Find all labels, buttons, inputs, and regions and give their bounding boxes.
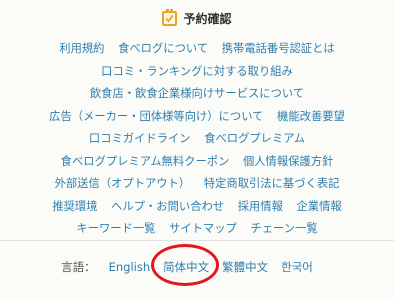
advertising-link[interactable]: 広告（メーカー・団体様等向け）について xyxy=(49,110,263,123)
language-simplified-chinese-link[interactable]: 简体中文 xyxy=(163,259,209,275)
review-ranking-policy-link[interactable]: 口コミ・ランキングに対する取り組み xyxy=(101,65,293,78)
help-contact-link[interactable]: ヘルプ・お問い合わせ xyxy=(111,200,224,213)
commercial-law-link[interactable]: 特定商取引法に基づく表記 xyxy=(204,177,340,190)
footer-divider xyxy=(0,240,394,241)
language-traditional-chinese-link[interactable]: 繁體中文 xyxy=(222,259,268,275)
language-label: 言語： xyxy=(61,260,96,274)
premium-link[interactable]: 食べログプレミアム xyxy=(204,132,305,145)
footer-links: 利用規約 食べログについて 携帯電話番号認証とは 口コミ・ランキングに対する取り… xyxy=(0,38,394,241)
footer-row: 推奨環境 ヘルプ・お問い合わせ 採用情報 企業情報 xyxy=(0,196,394,219)
footer-row: 口コミガイドライン 食べログプレミアム xyxy=(0,128,394,151)
footer-row: 外部送信（オプトアウト） 特定商取引法に基づく表記 xyxy=(0,173,394,196)
review-guidelines-link[interactable]: 口コミガイドライン xyxy=(89,132,191,145)
restaurant-services-link[interactable]: 飲食店・飲食企業様向けサービスについて xyxy=(90,87,304,100)
keyword-list-link[interactable]: キーワード一覧 xyxy=(76,222,155,235)
careers-link[interactable]: 採用情報 xyxy=(238,200,283,213)
feature-request-link[interactable]: 機能改善要望 xyxy=(277,110,345,123)
footer-row: 飲食店・飲食企業様向けサービスについて xyxy=(0,83,394,106)
page-title: 予約確認 xyxy=(183,11,232,26)
language-english-link[interactable]: English xyxy=(109,260,151,274)
page-header: 予約確認 xyxy=(0,6,394,30)
sitemap-link[interactable]: サイトマップ xyxy=(169,222,237,235)
footer-row: 口コミ・ランキングに対する取り組み xyxy=(0,61,394,84)
premium-coupon-link[interactable]: 食べログプレミアム無料クーポン xyxy=(61,155,230,168)
company-info-link[interactable]: 企業情報 xyxy=(296,200,341,213)
footer-row: 広告（メーカー・団体様等向け）について 機能改善要望 xyxy=(0,106,394,129)
about-tabelog-link[interactable]: 食べログについて xyxy=(118,42,208,55)
calendar-check-icon xyxy=(162,8,178,26)
language-selector: 言語： English 简体中文 繁體中文 한국어 xyxy=(0,259,384,275)
footer-row: 食べログプレミアム無料クーポン 個人情報保護方針 xyxy=(0,151,394,174)
language-korean-link[interactable]: 한국어 xyxy=(281,259,313,275)
opt-out-link[interactable]: 外部送信（オプトアウト） xyxy=(55,177,191,190)
privacy-policy-link[interactable]: 個人情報保護方針 xyxy=(243,155,333,168)
footer-row: キーワード一覧 サイトマップ チェーン一覧 xyxy=(0,218,394,241)
footer-row: 利用規約 食べログについて 携帯電話番号認証とは xyxy=(0,38,394,61)
chain-list-link[interactable]: チェーン一覧 xyxy=(250,222,317,235)
recommended-environment-link[interactable]: 推奨環境 xyxy=(52,200,97,213)
terms-link[interactable]: 利用規約 xyxy=(59,42,104,55)
phone-verification-link[interactable]: 携帯電話番号認証とは xyxy=(222,42,335,55)
